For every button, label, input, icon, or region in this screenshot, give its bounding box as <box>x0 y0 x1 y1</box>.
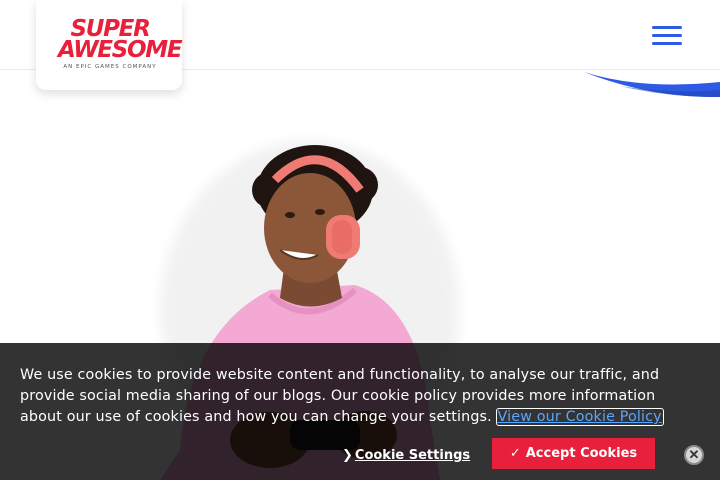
menu-bar-icon <box>652 34 682 37</box>
accept-cookies-label: Accept Cookies <box>525 446 638 461</box>
blue-swoosh-decoration <box>584 72 720 98</box>
menu-button[interactable] <box>652 26 684 46</box>
cookie-message: We use cookies to provide website conten… <box>20 365 680 428</box>
menu-bar-icon <box>652 26 682 29</box>
page: SUPER AWESOME AN EPIC GAMES COMPANY We u… <box>0 0 720 480</box>
logo-line-2: AWESOME <box>58 37 183 63</box>
cookie-policy-link[interactable]: View our Cookie Policy <box>495 408 664 426</box>
cookie-settings-label: Cookie Settings <box>354 447 471 463</box>
cookie-settings-button[interactable]: ❯ Cookie Settings <box>342 445 470 465</box>
logo-home-link[interactable]: SUPER AWESOME AN EPIC GAMES COMPANY <box>36 0 183 90</box>
logo-tagline: AN EPIC GAMES COMPANY <box>63 64 157 70</box>
cookie-banner: We use cookies to provide website conten… <box>0 343 720 480</box>
close-icon[interactable]: ✕ <box>684 445 704 465</box>
checkmark-icon: ✓ <box>509 446 521 461</box>
menu-bar-icon <box>652 42 682 45</box>
chevron-right-icon: ❯ <box>342 447 353 463</box>
accept-cookies-button[interactable]: ✓ Accept Cookies <box>492 438 655 469</box>
